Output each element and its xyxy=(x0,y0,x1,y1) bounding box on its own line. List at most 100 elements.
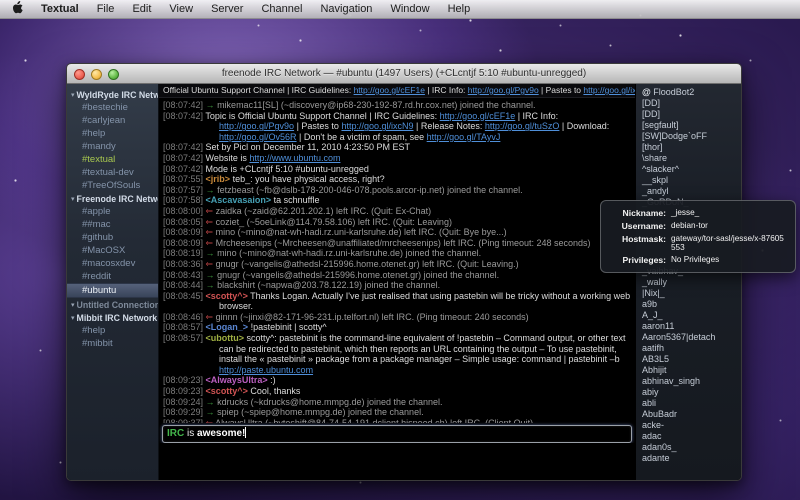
userlist-item[interactable]: @ FloodBot2 xyxy=(636,87,741,98)
userlist-item[interactable]: A_J_ xyxy=(636,310,741,321)
window-titlebar[interactable]: freenode IRC Network — #ubuntu (1497 Use… xyxy=(67,64,741,84)
userlist-item[interactable]: [DD] xyxy=(636,109,741,120)
sidebar-channel[interactable]: #ubuntu xyxy=(67,283,158,298)
leave-arrow-icon: ⇐ xyxy=(206,312,216,322)
sidebar-channel[interactable]: #textual-dev xyxy=(67,166,158,179)
nickname[interactable]: <jrib> xyxy=(206,174,231,184)
userlist-item[interactable]: _wally xyxy=(636,277,741,288)
timestamp: [08:08:43] xyxy=(163,270,206,280)
userlist-item[interactable]: Aaron5367|detach xyxy=(636,332,741,343)
message-input[interactable]: IRC is awesome! xyxy=(162,425,632,443)
sidebar-channel[interactable]: #mibbit xyxy=(67,337,158,350)
menu-item-navigation[interactable]: Navigation xyxy=(311,0,381,19)
userlist-item[interactable]: adan0s_ xyxy=(636,442,741,453)
chat-message: [08:07:42] Mode is +CLcntjf 5:10 #ubuntu… xyxy=(163,164,631,175)
sidebar-channel[interactable]: #macosxdev xyxy=(67,257,158,270)
userlist-item[interactable]: \share xyxy=(636,153,741,164)
chat-message: [08:09:24] → kdrucks (~kdrucks@home.mmpg… xyxy=(163,397,631,408)
sidebar-channel[interactable]: #MacOSX xyxy=(67,244,158,257)
timestamp: [08:07:42] xyxy=(163,164,206,174)
userlist-item[interactable]: [thor] xyxy=(636,142,741,153)
menu-item-window[interactable]: Window xyxy=(381,0,438,19)
sidebar-channel[interactable]: #carlyjean xyxy=(67,114,158,127)
sidebar-channel[interactable]: ##mac xyxy=(67,218,158,231)
chat-message: [08:08:19] → mino (~mino@nat-wh-hadi.rz.… xyxy=(163,248,631,259)
network-header[interactable]: ▾Mibbit IRC Network xyxy=(67,311,158,324)
userlist-item[interactable]: abhinav_singh xyxy=(636,376,741,387)
userlist-item[interactable]: Abhijit xyxy=(636,365,741,376)
network-name: WyldRyde IRC Network xyxy=(77,90,158,100)
sidebar-channel[interactable]: #github xyxy=(67,231,158,244)
url-link[interactable]: http://goo.gl/cEF1e xyxy=(440,111,516,121)
sidebar-channel[interactable]: #help xyxy=(67,324,158,337)
userlist-item[interactable]: AB3L5 xyxy=(636,354,741,365)
menu-item-textual[interactable]: Textual xyxy=(32,0,88,19)
sidebar-channel[interactable]: #reddit xyxy=(67,270,158,283)
url-link[interactable]: http://www.ubuntu.com xyxy=(249,153,340,163)
userlist-item[interactable]: adante xyxy=(636,453,741,464)
userlist-item[interactable]: [SW]Dodge`oFF xyxy=(636,131,741,142)
timestamp: [08:09:29] xyxy=(163,407,206,417)
nickname[interactable]: <ubottu> xyxy=(206,333,245,343)
userlist-item[interactable]: a9b xyxy=(636,299,741,310)
user-nickname: adac xyxy=(642,431,662,441)
channel-sidebar[interactable]: ▾WyldRyde IRC Network#bestechie#carlyjea… xyxy=(67,84,159,481)
apple-menu[interactable] xyxy=(0,1,32,17)
nickname[interactable]: <scotty^> xyxy=(206,291,248,301)
sidebar-channel[interactable]: #TreeOfSouls xyxy=(67,179,158,192)
url-link[interactable]: http://goo.gl/ixcN9 xyxy=(583,85,635,95)
userlist-item[interactable]: _andyl xyxy=(636,186,741,197)
userlist-item[interactable]: aaron11 xyxy=(636,321,741,332)
sidebar-channel[interactable]: #bestechie xyxy=(67,101,158,114)
userlist-item[interactable]: abli xyxy=(636,398,741,409)
join-arrow-icon: → xyxy=(206,280,218,290)
userlist-item[interactable]: ^slacker^ xyxy=(636,164,741,175)
url-link[interactable]: http://goo.gl/Ov56R xyxy=(219,132,297,142)
nickname[interactable]: <AlwaysUltra> xyxy=(206,375,268,385)
userlist-item[interactable]: |Nix|_ xyxy=(636,288,741,299)
url-link[interactable]: http://goo.gl/Pgv9o xyxy=(219,121,294,131)
close-button[interactable] xyxy=(74,69,85,80)
menu-item-help[interactable]: Help xyxy=(439,0,480,19)
sidebar-channel[interactable]: #textual xyxy=(67,153,158,166)
event-text: mino (~mino@nat-wh-hadi.rz.uni-karlsruhe… xyxy=(216,227,507,237)
menu-item-file[interactable]: File xyxy=(88,0,124,19)
url-link[interactable]: http://paste.ubuntu.com xyxy=(219,365,313,375)
userlist-item[interactable]: [segfault] xyxy=(636,120,741,131)
userlist-item[interactable]: __skpl xyxy=(636,175,741,186)
zoom-button[interactable] xyxy=(108,69,119,80)
user-nickname: A_J_ xyxy=(642,310,663,320)
nickname[interactable]: <Logan_> xyxy=(206,322,249,332)
nickname[interactable]: <Ascavasaion> xyxy=(206,195,272,205)
menu-items: TextualFileEditViewServerChannelNavigati… xyxy=(32,0,479,18)
network-header[interactable]: ▾WyldRyde IRC Network xyxy=(67,88,158,101)
nickname[interactable]: <scotty^> xyxy=(206,386,248,396)
menu-item-server[interactable]: Server xyxy=(202,0,252,19)
menu-item-edit[interactable]: Edit xyxy=(123,0,160,19)
userlist-item[interactable]: acke- xyxy=(636,420,741,431)
menu-item-view[interactable]: View xyxy=(160,0,202,19)
url-link[interactable]: http://goo.gl/ixcN9 xyxy=(341,121,413,131)
chat-message: [08:08:09] ⇐ mino (~mino@nat-wh-hadi.rz.… xyxy=(163,227,631,238)
sidebar-channel[interactable]: #apple xyxy=(67,205,158,218)
network-header[interactable]: ▾Untitled Connection xyxy=(67,298,158,311)
menu-item-channel[interactable]: Channel xyxy=(252,0,311,19)
message-text: Website is xyxy=(206,153,250,163)
message-text: !pastebinit | scotty^ xyxy=(248,322,327,332)
minimize-button[interactable] xyxy=(91,69,102,80)
userlist-item[interactable]: abiy xyxy=(636,387,741,398)
url-link[interactable]: http://goo.gl/Pgv9o xyxy=(468,85,539,95)
network-header[interactable]: ▾Freenode IRC Network xyxy=(67,192,158,205)
userlist-item[interactable]: adac xyxy=(636,431,741,442)
input-row: IRC is awesome! xyxy=(162,425,632,443)
sidebar-channel[interactable]: #help xyxy=(67,127,158,140)
url-link[interactable]: http://goo.gl/tuSzO xyxy=(485,121,560,131)
url-link[interactable]: http://goo.gl/cEF1e xyxy=(354,85,425,95)
url-link[interactable]: http://goo.gl/TAyvJ xyxy=(427,132,501,142)
user-list[interactable]: @ FloodBot2[DD][DD][segfault][SW]Dodge`o… xyxy=(635,84,741,481)
sidebar-channel[interactable]: #mandy xyxy=(67,140,158,153)
userlist-item[interactable]: aatifh xyxy=(636,343,741,354)
message-list[interactable]: [08:07:42] → mikemac11[SL] (~discovery@i… xyxy=(159,98,635,423)
userlist-item[interactable]: AbuBadr xyxy=(636,409,741,420)
userlist-item[interactable]: [DD] xyxy=(636,98,741,109)
